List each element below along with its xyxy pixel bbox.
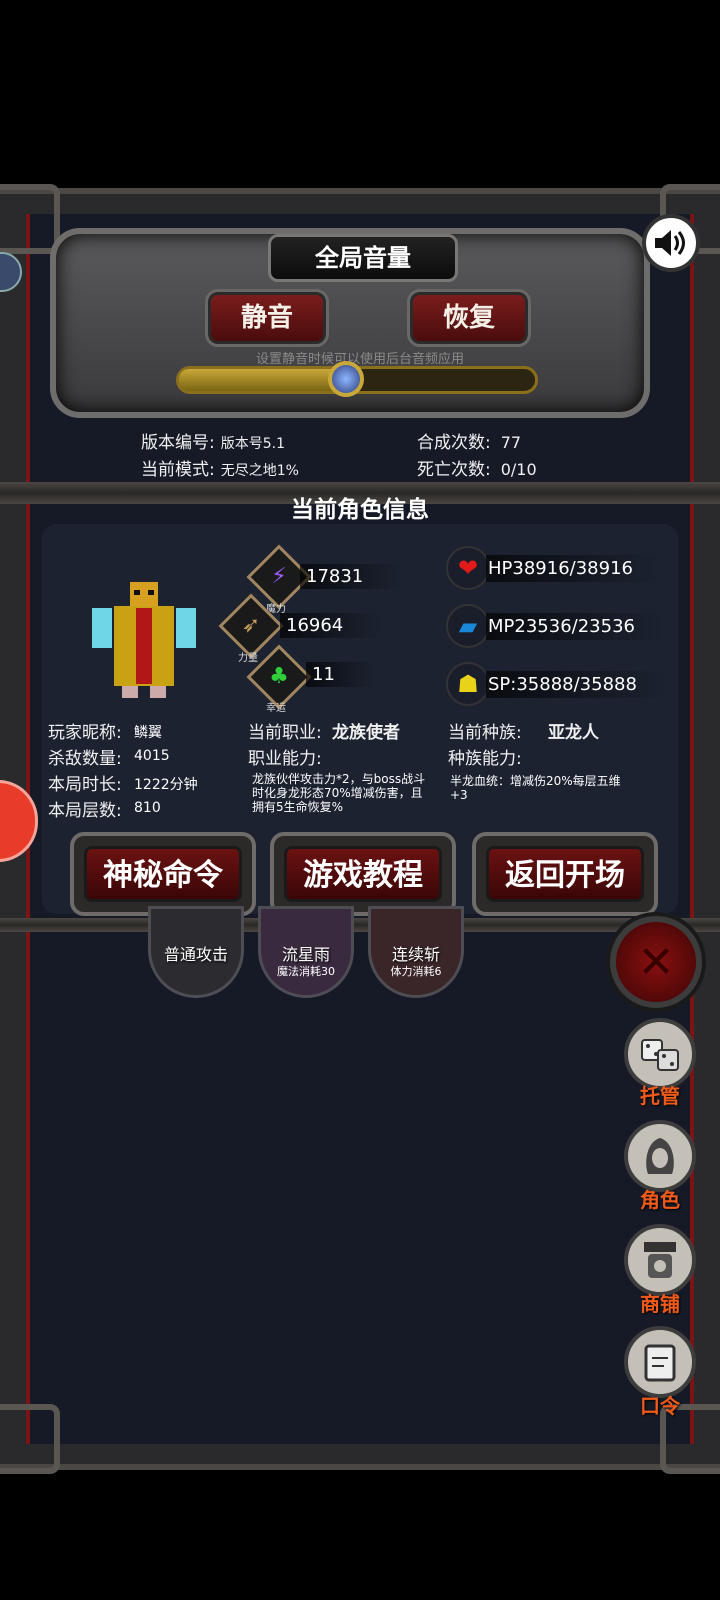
character-avatar <box>92 578 196 706</box>
mode-value: 无尽之地1% <box>220 463 299 479</box>
volume-slider-fill <box>179 369 347 391</box>
duration-value: 1222分钟 <box>134 777 198 793</box>
merge-label: 合成次数: <box>417 433 491 453</box>
tutorial-button[interactable]: 游戏教程 <box>270 832 456 916</box>
hooded-figure-icon[interactable] <box>624 1120 696 1192</box>
skill-name: 流星雨 <box>281 945 330 964</box>
shop-icon[interactable] <box>624 1224 696 1296</box>
mute-button[interactable]: 静音 <box>205 289 329 347</box>
version-label: 版本编号: <box>141 433 215 453</box>
floor-value: 810 <box>134 800 161 816</box>
magic-stat-value: 17831 <box>300 564 404 589</box>
luck-stat-value: 11 <box>306 662 375 687</box>
heart-icon: ❤ <box>446 546 490 590</box>
skill-name: 普通攻击 <box>163 945 228 964</box>
race-ability-label: 种族能力: <box>448 749 522 769</box>
mode-label: 当前模式: <box>141 460 215 480</box>
nickname-value: 鳞翼 <box>134 725 162 741</box>
job-label: 当前职业: <box>248 723 322 743</box>
return-start-button[interactable]: 返回开场 <box>472 832 658 916</box>
floor-label: 本局层数: <box>48 801 122 821</box>
skill-combo-slash[interactable]: 连续斩 体力消耗6 <box>368 906 464 998</box>
kills-label: 杀敌数量: <box>48 749 122 769</box>
death-row: 死亡次数: 0/10 <box>417 455 537 480</box>
volume-slider-knob[interactable] <box>328 361 365 397</box>
version-value: 版本号5.1 <box>220 436 285 452</box>
skill-normal-attack[interactable]: 普通攻击 <box>148 906 244 998</box>
nickname-label: 玩家昵称: <box>48 723 122 743</box>
code-label[interactable]: 口令 <box>624 1390 696 1419</box>
speaker-icon[interactable] <box>642 214 700 272</box>
death-value: 0/10 <box>500 460 537 479</box>
muscle-icon: ☗ <box>446 662 490 706</box>
duration-label: 本局时长: <box>48 775 122 795</box>
volume-slider[interactable] <box>176 361 538 397</box>
merge-value: 77 <box>500 433 522 452</box>
scroll-icon[interactable] <box>624 1326 696 1398</box>
skill-meteor[interactable]: 流星雨 魔法消耗30 <box>258 906 354 998</box>
mp-value: MP23536/23536 <box>486 613 665 640</box>
character-section-title: 当前角色信息 <box>291 497 429 523</box>
skill-cost: 体力消耗6 <box>390 965 442 978</box>
race-value: 亚龙人 <box>548 723 599 743</box>
secret-command-button[interactable]: 神秘命令 <box>70 832 256 916</box>
mana-icon: ▰ <box>446 604 490 648</box>
frame-corner-tl <box>0 184 60 254</box>
volume-title: 全局音量 <box>268 234 458 282</box>
job-value: 龙族使者 <box>332 723 400 743</box>
version-row: 版本编号: 版本号5.1 <box>141 428 285 453</box>
job-ability-text: 龙族伙伴攻击力*2，与boss战斗时化身龙形态70%增减伤害，且拥有5生命恢复% <box>252 772 426 814</box>
shop-label[interactable]: 商铺 <box>624 1288 696 1317</box>
death-label: 死亡次数: <box>417 460 491 480</box>
race-label: 当前种族: <box>448 723 522 743</box>
tutorial-label: 游戏教程 <box>284 846 442 902</box>
auto-label[interactable]: 托管 <box>624 1080 696 1109</box>
volume-hint: 设置静音时候可以使用后台音频应用 <box>255 352 464 367</box>
merge-row: 合成次数: 77 <box>417 428 521 453</box>
sp-value: SP:35888/35888 <box>486 671 667 698</box>
luck-stat-label: 幸运 <box>266 703 286 714</box>
skill-cost: 魔法消耗30 <box>277 965 335 978</box>
restore-button[interactable]: 恢复 <box>407 289 531 347</box>
skill-name: 连续斩 <box>391 945 440 964</box>
lower-divider <box>0 918 720 932</box>
role-label[interactable]: 角色 <box>624 1184 696 1213</box>
hp-value: HP38916/38916 <box>486 555 663 582</box>
close-icon[interactable]: ✕ <box>610 916 702 1008</box>
kills-value: 4015 <box>134 748 170 764</box>
secret-command-label: 神秘命令 <box>84 846 242 902</box>
mode-row: 当前模式: 无尽之地1% <box>141 455 299 480</box>
return-start-label: 返回开场 <box>486 846 644 902</box>
frame-corner-bl <box>0 1404 60 1474</box>
strength-stat-label: 力量 <box>238 653 258 664</box>
race-ability-text: 半龙血统：增减伤20%每层五维+3 <box>450 774 621 802</box>
job-ability-label: 职业能力: <box>248 749 322 769</box>
strength-stat-value: 16964 <box>280 613 384 638</box>
